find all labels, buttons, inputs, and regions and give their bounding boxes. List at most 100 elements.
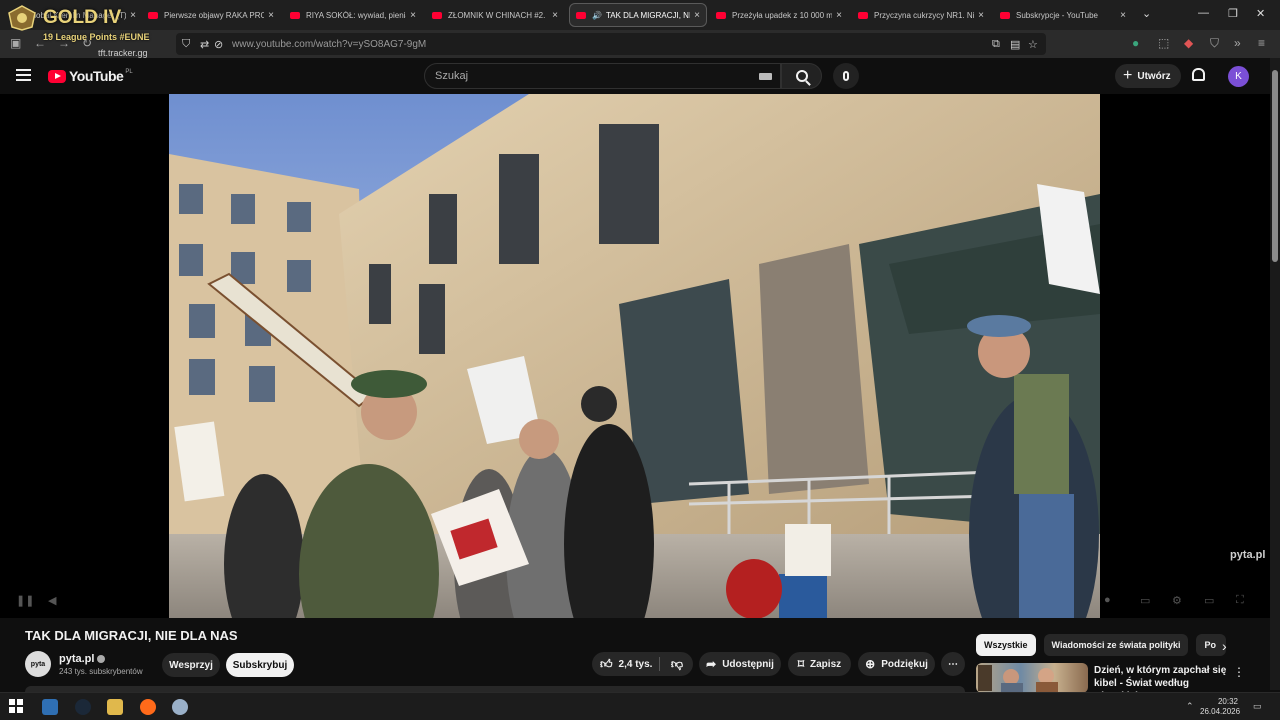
browser-toolbar: ▣ ← → ↻ ⛉ ⇄ ⊘ www.youtube.com/watch?v=yS…	[0, 30, 1280, 58]
filter-chips: Wszystkie Wiadomości ze świata polityki …	[976, 634, 1234, 656]
like-divider	[659, 657, 660, 671]
rank-label: GOLD IV	[43, 7, 122, 28]
tab-title: Przeżyła upadek z 10 000 me	[732, 10, 833, 20]
more-actions-button[interactable]: ⋯	[941, 652, 965, 676]
reader-icon[interactable]: ▤	[1010, 38, 1020, 51]
subscriber-count: 243 tys. subskrybentów	[59, 667, 143, 676]
shield-icon[interactable]: ⛉	[182, 38, 190, 51]
rank-emblem-icon	[8, 5, 36, 31]
video-player[interactable]: ❚❚ ◀ ● ▭ ⚙ ▭ ⛶ pyta.pl	[0, 94, 1270, 618]
address-bar[interactable]: ⛉ ⇄ ⊘ www.youtube.com/watch?v=ySO8AG7-9g…	[176, 33, 1046, 55]
support-button[interactable]: Wesprzyj	[162, 653, 220, 677]
steam-icon[interactable]	[75, 699, 91, 715]
firefox-icon[interactable]	[140, 699, 156, 715]
permissions-icon[interactable]: ⇄	[200, 38, 209, 51]
speaker-icon[interactable]: 🔊	[592, 11, 602, 20]
search-button[interactable]	[781, 63, 822, 89]
close-window-button[interactable]: ✕	[1256, 7, 1265, 20]
subtitles-icon[interactable]: ▭	[1140, 594, 1150, 607]
recommended-video-thumbnail[interactable]	[976, 663, 1088, 693]
volume-icon[interactable]: ◀	[48, 594, 56, 607]
file-explorer-icon[interactable]	[107, 699, 123, 715]
play-pause-icon[interactable]: ❚❚	[16, 594, 34, 607]
fullscreen-icon[interactable]: ⛶	[1236, 594, 1244, 607]
close-icon[interactable]: ×	[552, 10, 558, 21]
browser-tab-active[interactable]: 🔊 TAK DLA MIGRACJI, NIE D ×	[569, 3, 707, 27]
close-icon[interactable]: ×	[1120, 10, 1126, 21]
browser-tab[interactable]: Przeżyła upadek z 10 000 me ×	[710, 3, 848, 27]
close-icon[interactable]: ×	[268, 10, 274, 21]
scrollbar-thumb[interactable]	[1272, 70, 1278, 262]
close-icon[interactable]: ×	[978, 10, 984, 21]
explorer-monitor-icon[interactable]	[42, 699, 58, 715]
app-icon[interactable]	[172, 699, 188, 715]
rank-overlay: GOLD IV 19 League Points #EUNE tft.track…	[6, 5, 156, 58]
privacy-shield-icon[interactable]: ⛉	[1210, 36, 1219, 51]
like-count[interactable]: 2,4 tys.	[619, 659, 653, 670]
extensions-puzzle-icon[interactable]: ⬚	[1158, 36, 1169, 50]
no-tracking-icon[interactable]: ⊘	[214, 38, 223, 51]
video-scene	[169, 94, 1100, 618]
youtube-favicon-icon	[432, 11, 442, 19]
channel-name[interactable]: pyta.pl	[59, 653, 94, 665]
youtube-logo[interactable]: YouTube PL	[48, 68, 133, 84]
browser-tab[interactable]: ZŁOMNIK W CHINACH #2. LU ×	[426, 3, 564, 27]
like-icon[interactable]: 👍︎	[600, 657, 613, 672]
account-avatar[interactable]: K	[1228, 66, 1249, 87]
browser-tab[interactable]: RIYA SOKÓŁ: wywiad, pieniądz ×	[284, 3, 422, 27]
close-icon[interactable]: ×	[410, 10, 416, 21]
subscribe-label: Subskrybuj	[232, 659, 288, 671]
bookmark-star-icon[interactable]: ☆	[1028, 38, 1038, 51]
close-icon[interactable]: ×	[694, 10, 700, 21]
restore-button[interactable]: ❐	[1228, 7, 1238, 20]
overflow-chevrons-icon[interactable]: »	[1234, 36, 1241, 50]
video-watermark: pyta.pl	[1230, 549, 1266, 561]
tab-list-chevron-icon[interactable]: ⌄	[1142, 7, 1151, 20]
extension-icon[interactable]: ●	[1132, 36, 1139, 50]
miniplayer-icon[interactable]: ▭	[1204, 594, 1214, 607]
browser-tab[interactable]: Pierwsze objawy RAKA PROST ×	[142, 3, 280, 27]
minimize-button[interactable]: —	[1198, 7, 1209, 19]
keyboard-icon[interactable]	[759, 73, 772, 80]
microphone-icon	[843, 71, 849, 81]
menu-icon[interactable]: ≡	[1258, 36, 1265, 50]
hamburger-menu-icon[interactable]	[16, 69, 31, 81]
chevron-right-icon[interactable]: ›	[1222, 638, 1227, 654]
more-vertical-icon[interactable]: ⋮	[1233, 665, 1245, 679]
search-icon	[795, 70, 808, 82]
browser-tab[interactable]: Przyczyna cukrzycy NR1. Nie ×	[852, 3, 990, 27]
plus-icon: +	[1123, 67, 1133, 84]
pip-icon[interactable]: ⧉	[992, 38, 1000, 51]
notification-center-icon[interactable]: ▭	[1253, 701, 1262, 712]
notifications-bell-icon[interactable]	[1192, 68, 1205, 81]
channel-avatar[interactable]: pyta	[25, 651, 51, 677]
browser-tab[interactable]: Subskrypcje - YouTube ×	[994, 3, 1132, 27]
thanks-icon: ⊕	[865, 657, 876, 671]
tab-title: Przyczyna cukrzycy NR1. Nie	[874, 10, 975, 20]
subscribe-button[interactable]: Subskrybuj	[226, 653, 294, 677]
thanks-button[interactable]: ⊕ Podziękuj	[858, 652, 935, 676]
windows-taskbar: ⌃ 20:32 26.04.2026 ▭	[0, 692, 1280, 720]
page-scrollbar[interactable]	[1270, 58, 1280, 690]
chip-all[interactable]: Wszystkie	[976, 634, 1036, 656]
close-icon[interactable]: ×	[836, 10, 842, 21]
clock-date: 26.04.2026	[1200, 707, 1241, 716]
dislike-icon[interactable]: 👎︎	[664, 652, 690, 676]
youtube-favicon-icon	[576, 11, 586, 19]
save-button[interactable]: ⌑ Zapisz	[788, 652, 851, 676]
search-input[interactable]: Szukaj	[424, 63, 781, 89]
create-button[interactable]: + Utwórz	[1115, 64, 1181, 88]
chip-world-politics-news[interactable]: Wiadomości ze świata polityki	[1043, 634, 1189, 656]
share-button[interactable]: ➦ Udostępnij	[699, 652, 781, 676]
channel-name-row[interactable]: pyta.pl	[59, 653, 106, 665]
autoplay-icon[interactable]: ●	[1104, 594, 1111, 606]
verified-icon	[97, 655, 106, 664]
ublock-icon[interactable]: ◆	[1184, 36, 1193, 50]
tray-chevron-icon[interactable]: ⌃	[1186, 701, 1194, 712]
settings-gear-icon[interactable]: ⚙	[1172, 594, 1182, 607]
video-frame[interactable]	[169, 94, 1100, 618]
taskbar-clock[interactable]: 20:32 26.04.2026	[1200, 697, 1241, 717]
youtube-header: YouTube PL Szukaj + Utwórz K	[0, 58, 1270, 94]
windows-start-icon[interactable]	[9, 699, 25, 715]
voice-search-button[interactable]	[833, 63, 859, 89]
